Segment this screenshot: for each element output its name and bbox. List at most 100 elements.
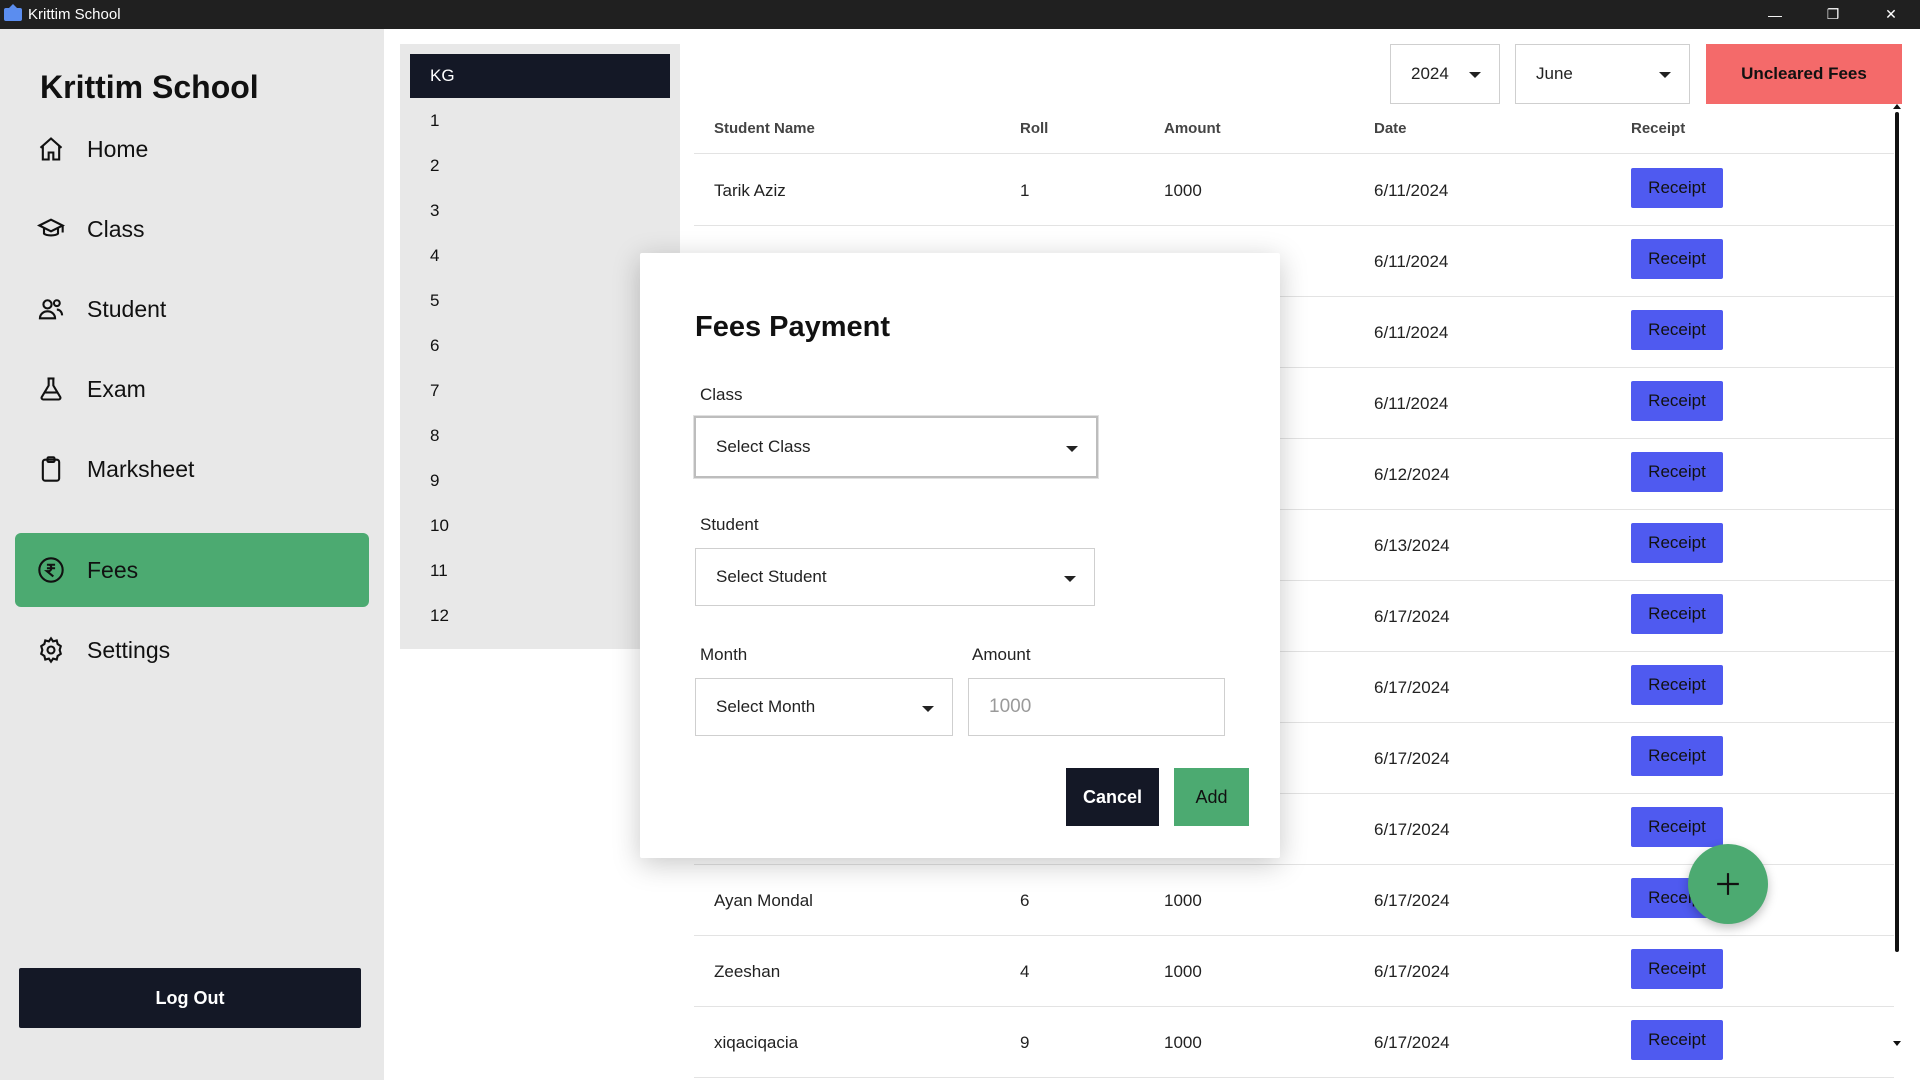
class-item-12[interactable]: 12 bbox=[410, 594, 670, 638]
date-cell: 6/17/2024 bbox=[1374, 678, 1450, 697]
roll-cell: 9 bbox=[1020, 1033, 1030, 1052]
receipt-button[interactable]: Receipt bbox=[1631, 807, 1723, 847]
class-select[interactable]: Select Class bbox=[694, 416, 1098, 478]
scrollbar[interactable] bbox=[1895, 112, 1899, 952]
amount-cell: 1000 bbox=[1164, 1033, 1202, 1052]
restore-button[interactable]: ❐ bbox=[1804, 0, 1862, 29]
dialog-title: Fees Payment bbox=[695, 311, 891, 343]
table-row: xiqaciqacia 9 1000 6/17/2024 Receipt bbox=[694, 1007, 1894, 1078]
scroll-up-arrow[interactable] bbox=[1893, 104, 1901, 109]
clipboard-icon bbox=[35, 453, 67, 485]
sidebar-item-label: Fees bbox=[87, 556, 139, 583]
month-filter-select[interactable]: June bbox=[1515, 44, 1690, 104]
add-payment-fab[interactable] bbox=[1688, 844, 1768, 924]
class-list: KG 1 2 3 4 5 6 7 8 9 10 11 12 bbox=[400, 44, 680, 649]
table-header: Student Name Roll Amount Date Receipt bbox=[694, 110, 1894, 154]
class-item-10[interactable]: 10 bbox=[410, 504, 670, 548]
receipt-button[interactable]: Receipt bbox=[1631, 665, 1723, 705]
sidebar-item-fees[interactable]: Fees bbox=[15, 533, 369, 607]
student-select[interactable]: Select Student bbox=[695, 548, 1095, 606]
sidebar-item-label: Class bbox=[87, 215, 145, 242]
window-controls: — ❐ ✕ bbox=[1746, 0, 1920, 29]
class-item-6[interactable]: 6 bbox=[410, 324, 670, 368]
gear-icon bbox=[35, 634, 67, 666]
amount-cell: 1000 bbox=[1164, 891, 1202, 910]
roll-cell: 1 bbox=[1020, 181, 1030, 200]
users-icon bbox=[35, 293, 67, 325]
class-item-kg[interactable]: KG bbox=[410, 54, 670, 98]
class-item-7[interactable]: 7 bbox=[410, 369, 670, 413]
receipt-button[interactable]: Receipt bbox=[1631, 523, 1723, 563]
column-header: Amount bbox=[1164, 120, 1221, 137]
date-cell: 6/11/2024 bbox=[1374, 323, 1449, 342]
date-cell: 6/11/2024 bbox=[1374, 394, 1449, 413]
chevron-down-icon bbox=[1066, 446, 1078, 452]
date-cell: 6/11/2024 bbox=[1374, 181, 1449, 200]
column-header: Student Name bbox=[714, 120, 815, 137]
cancel-button[interactable]: Cancel bbox=[1066, 768, 1159, 826]
student-name-cell: Ayan Mondal bbox=[714, 891, 813, 910]
sidebar-item-label: Student bbox=[87, 295, 167, 322]
close-button[interactable]: ✕ bbox=[1862, 0, 1920, 29]
receipt-button[interactable]: Receipt bbox=[1631, 594, 1723, 634]
date-cell: 6/12/2024 bbox=[1374, 465, 1450, 484]
chevron-down-icon bbox=[1064, 576, 1076, 582]
receipt-button[interactable]: Receipt bbox=[1631, 949, 1723, 989]
receipt-button[interactable]: Receipt bbox=[1631, 1020, 1723, 1060]
sidebar-item-home[interactable]: Home bbox=[15, 112, 369, 186]
class-item-11[interactable]: 11 bbox=[410, 549, 670, 593]
scroll-down-arrow[interactable] bbox=[1893, 1041, 1901, 1046]
amount-cell: 1000 bbox=[1164, 962, 1202, 981]
class-item-5[interactable]: 5 bbox=[410, 279, 670, 323]
receipt-button[interactable]: Receipt bbox=[1631, 381, 1723, 421]
table-row: Tarik Aziz 1 1000 6/11/2024 Receipt bbox=[694, 155, 1894, 226]
brand-title: Krittim School bbox=[40, 69, 259, 105]
student-select-value: Select Student bbox=[716, 567, 827, 586]
class-item-4[interactable]: 4 bbox=[410, 234, 670, 278]
roll-cell: 4 bbox=[1020, 962, 1030, 981]
date-cell: 6/17/2024 bbox=[1374, 891, 1450, 910]
graduation-cap-icon bbox=[35, 213, 67, 245]
minimize-button[interactable]: — bbox=[1746, 0, 1804, 29]
class-item-9[interactable]: 9 bbox=[410, 459, 670, 503]
date-cell: 6/17/2024 bbox=[1374, 607, 1450, 626]
sidebar-item-class[interactable]: Class bbox=[15, 192, 369, 266]
month-value: June bbox=[1536, 64, 1573, 83]
month-label: Month bbox=[700, 645, 748, 664]
logout-button[interactable]: Log Out bbox=[19, 968, 361, 1028]
sidebar-item-label: Exam bbox=[87, 375, 146, 402]
uncleared-fees-button[interactable]: Uncleared Fees bbox=[1706, 44, 1902, 104]
date-cell: 6/13/2024 bbox=[1374, 536, 1450, 555]
sidebar-item-student[interactable]: Student bbox=[15, 272, 369, 346]
student-name-cell: Tarik Aziz bbox=[714, 181, 786, 200]
date-cell: 6/11/2024 bbox=[1374, 252, 1449, 271]
class-item-1[interactable]: 1 bbox=[410, 99, 670, 143]
amount-input[interactable] bbox=[968, 678, 1225, 736]
add-button[interactable]: Add bbox=[1174, 768, 1249, 826]
year-select[interactable]: 2024 bbox=[1390, 44, 1500, 104]
sidebar: Krittim School Home Class Student Exam M… bbox=[0, 29, 384, 1080]
student-name-cell: xiqaciqacia bbox=[714, 1033, 799, 1052]
class-item-8[interactable]: 8 bbox=[410, 414, 670, 458]
sidebar-item-exam[interactable]: Exam bbox=[15, 352, 369, 426]
sidebar-item-marksheet[interactable]: Marksheet bbox=[15, 432, 369, 506]
chevron-down-icon bbox=[1659, 72, 1671, 78]
receipt-button[interactable]: Receipt bbox=[1631, 736, 1723, 776]
class-item-3[interactable]: 3 bbox=[410, 189, 670, 233]
sidebar-item-label: Marksheet bbox=[87, 455, 195, 482]
month-select[interactable]: Select Month bbox=[695, 678, 953, 736]
title-bar: Krittim School — ❐ ✕ bbox=[0, 0, 1920, 29]
sidebar-item-settings[interactable]: Settings bbox=[15, 613, 369, 687]
student-name-cell: Zeeshan bbox=[714, 962, 781, 981]
receipt-button[interactable]: Receipt bbox=[1631, 452, 1723, 492]
receipt-button[interactable]: Receipt bbox=[1631, 239, 1723, 279]
date-cell: 6/17/2024 bbox=[1374, 962, 1450, 981]
app-icon bbox=[4, 4, 22, 21]
home-icon bbox=[35, 133, 67, 165]
year-value: 2024 bbox=[1411, 64, 1449, 83]
month-select-value: Select Month bbox=[716, 697, 816, 716]
receipt-button[interactable]: Receipt bbox=[1631, 168, 1723, 208]
receipt-button[interactable]: Receipt bbox=[1631, 310, 1723, 350]
class-item-2[interactable]: 2 bbox=[410, 144, 670, 188]
rupee-icon bbox=[35, 554, 67, 586]
